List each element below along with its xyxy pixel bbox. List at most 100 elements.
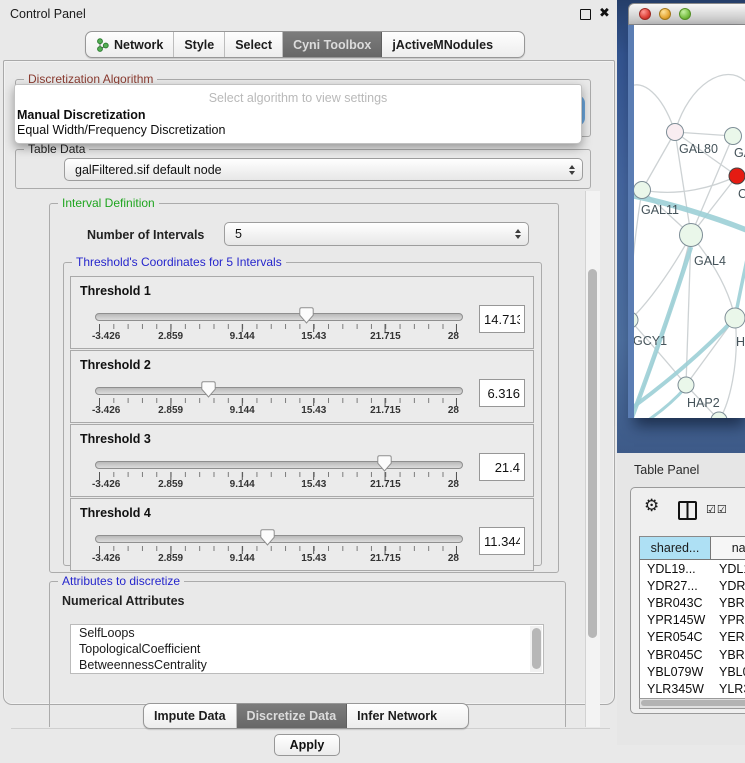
tab-impute-data[interactable]: Impute Data (144, 704, 237, 728)
dropdown-option-manual[interactable]: Manual Discretization (17, 108, 146, 122)
node-bottom[interactable] (711, 412, 727, 418)
node-label: C (738, 187, 745, 201)
slider-thumb[interactable] (260, 529, 275, 546)
select-columns-icon[interactable]: ☑☑ (706, 503, 728, 516)
cyni-mode-tabs: Impute Data Discretize Data Infer Networ… (143, 703, 469, 729)
node-selected-red[interactable] (729, 168, 745, 184)
node-gcy1[interactable] (634, 312, 638, 328)
control-panel: Control Panel ✖ Network Style Select Cyn… (0, 0, 617, 745)
dropdown-option-equal-width[interactable]: Equal Width/Frequency Discretization (17, 123, 225, 137)
table-hscrollbar[interactable] (639, 698, 745, 709)
table-row[interactable]: YDL19...YDL1 (640, 560, 745, 577)
panel-title: Control Panel (10, 7, 86, 21)
tab-label: Style (184, 38, 214, 52)
tab-network[interactable]: Network (86, 32, 174, 57)
threshold-3-panel: Threshold 3 -3.4262.8599.14415.4321.7152… (70, 424, 534, 497)
scrollbar-thumb[interactable] (588, 269, 597, 638)
node-label: GAL11 (641, 203, 679, 217)
threshold-value-input[interactable] (479, 305, 525, 333)
close-traffic-icon[interactable] (639, 8, 651, 20)
slider-thumb[interactable] (299, 307, 314, 324)
table-row[interactable]: YPR145WYPR1 (640, 612, 745, 629)
table-panel-box: ⚙ ☑☑ shared... name YDL19...YDL1 YDR27..… (630, 487, 745, 714)
list-item[interactable]: BetweennessCentrality (71, 657, 543, 673)
tab-discretize-data[interactable]: Discretize Data (237, 704, 348, 728)
node-label: GCY1 (634, 334, 667, 348)
algorithm-dropdown-popup: Select algorithm to view settings Manual… (14, 84, 582, 144)
node-ga[interactable] (725, 128, 742, 145)
close-icon[interactable]: ✖ (599, 5, 610, 21)
gear-icon[interactable]: ⚙ (644, 497, 659, 514)
table-row[interactable]: YER054CYER0 (640, 629, 745, 646)
table-data-group: Table Data galFiltered.sif default node (15, 149, 591, 189)
combo-arrows-icon (569, 165, 575, 175)
settings-scroll-area: Interval Definition Number of Intervals … (11, 191, 584, 727)
threshold-3-slider[interactable]: -3.4262.8599.14415.4321.71528 (95, 455, 461, 491)
threshold-4-slider[interactable]: -3.4262.8599.14415.4321.71528 (95, 529, 461, 565)
table-row[interactable]: YBR045CYBR0 (640, 646, 745, 663)
tab-cyni-toolbox[interactable]: Cyni Toolbox (283, 32, 382, 57)
float-window-icon[interactable] (580, 9, 591, 20)
column-header-shared-name[interactable]: shared... (640, 537, 711, 559)
threshold-1-slider[interactable]: -3.4262.8599.14415.4321.71528 (95, 307, 461, 343)
apply-button[interactable]: Apply (274, 734, 340, 756)
number-of-intervals-label: Number of Intervals (87, 228, 204, 242)
table-row[interactable]: YBL079WYBL0 (640, 663, 745, 680)
network-canvas[interactable]: GAL80 GA C GAL11 GAL4 GCY1 H HAP2 (634, 25, 745, 418)
settings-scrollbar[interactable] (585, 191, 600, 727)
threshold-label: Threshold 3 (80, 432, 151, 446)
slider-thumb[interactable] (377, 455, 392, 472)
node-label: GAL80 (679, 142, 718, 156)
tab-label: Cyni Toolbox (293, 38, 371, 52)
node-hap2[interactable] (678, 377, 694, 393)
combo-value: 5 (235, 227, 242, 241)
node-gal4[interactable] (680, 224, 703, 247)
node-gal80[interactable] (667, 124, 684, 141)
column-header-name[interactable]: name (711, 537, 745, 559)
minimize-traffic-icon[interactable] (659, 8, 671, 20)
threshold-4-panel: Threshold 4 -3.4262.8599.14415.4321.7152… (70, 498, 534, 571)
network-window-titlebar[interactable] (628, 3, 745, 25)
cyni-toolbox-pane: Discretization Algorithm Table Data galF… (3, 60, 615, 705)
table-data-combobox[interactable]: galFiltered.sif default node (64, 158, 583, 181)
group-title: Table Data (24, 142, 89, 156)
tab-style[interactable]: Style (174, 32, 225, 57)
node-gal11[interactable] (634, 182, 651, 199)
table-row[interactable]: YBR043CYBR0 (640, 594, 745, 611)
group-title: Interval Definition (58, 196, 159, 210)
slider-track[interactable] (95, 461, 463, 469)
slider-track[interactable] (95, 387, 463, 395)
slider-thumb[interactable] (201, 381, 216, 398)
list-item[interactable]: SelfLoops (71, 625, 543, 641)
split-columns-icon[interactable] (678, 501, 697, 520)
node-h[interactable] (725, 308, 745, 328)
network-icon (96, 38, 109, 52)
tab-infer-network[interactable]: Infer Network (347, 704, 447, 728)
numerical-attributes-list[interactable]: SelfLoops TopologicalCoefficient Between… (70, 624, 544, 674)
table-row[interactable]: YLR345WYLR3 (640, 680, 745, 697)
table-header: shared... name (640, 537, 745, 560)
list-item[interactable]: TopologicalCoefficient (71, 641, 543, 657)
zoom-traffic-icon[interactable] (679, 8, 691, 20)
node-attribute-table[interactable]: shared... name YDL19...YDL1 YDR27...YDR2… (639, 536, 745, 708)
list-scrollbar[interactable] (530, 626, 542, 672)
apply-bar: Apply (11, 728, 610, 763)
threshold-value-input[interactable] (479, 453, 525, 481)
slider-track[interactable] (95, 535, 463, 543)
threshold-label: Threshold 2 (80, 358, 151, 372)
table-row[interactable]: YDR27...YDR2 (640, 577, 745, 594)
threshold-value-input[interactable] (479, 379, 525, 407)
tab-select[interactable]: Select (225, 32, 283, 57)
group-title: Threshold's Coordinates for 5 Intervals (72, 255, 286, 269)
threshold-2-slider[interactable]: -3.4262.8599.14415.4321.71528 (95, 381, 461, 417)
right-region: GAL80 GA C GAL11 GAL4 GCY1 H HAP2 Table … (617, 0, 745, 745)
numerical-attributes-label: Numerical Attributes (62, 594, 184, 608)
table-panel: Table Panel ⚙ ☑☑ shared... name YDL19...… (617, 453, 745, 745)
slider-track[interactable] (95, 313, 463, 321)
threshold-2-panel: Threshold 2 -3.4262.8599.14415.4321.7152… (70, 350, 534, 423)
number-of-intervals-combobox[interactable]: 5 (224, 222, 529, 246)
threshold-value-input[interactable] (479, 527, 525, 555)
tab-jactivemnodules[interactable]: jActiveMNodules (382, 32, 503, 57)
node-label: GA (734, 146, 745, 160)
tab-label: Impute Data (154, 709, 226, 723)
